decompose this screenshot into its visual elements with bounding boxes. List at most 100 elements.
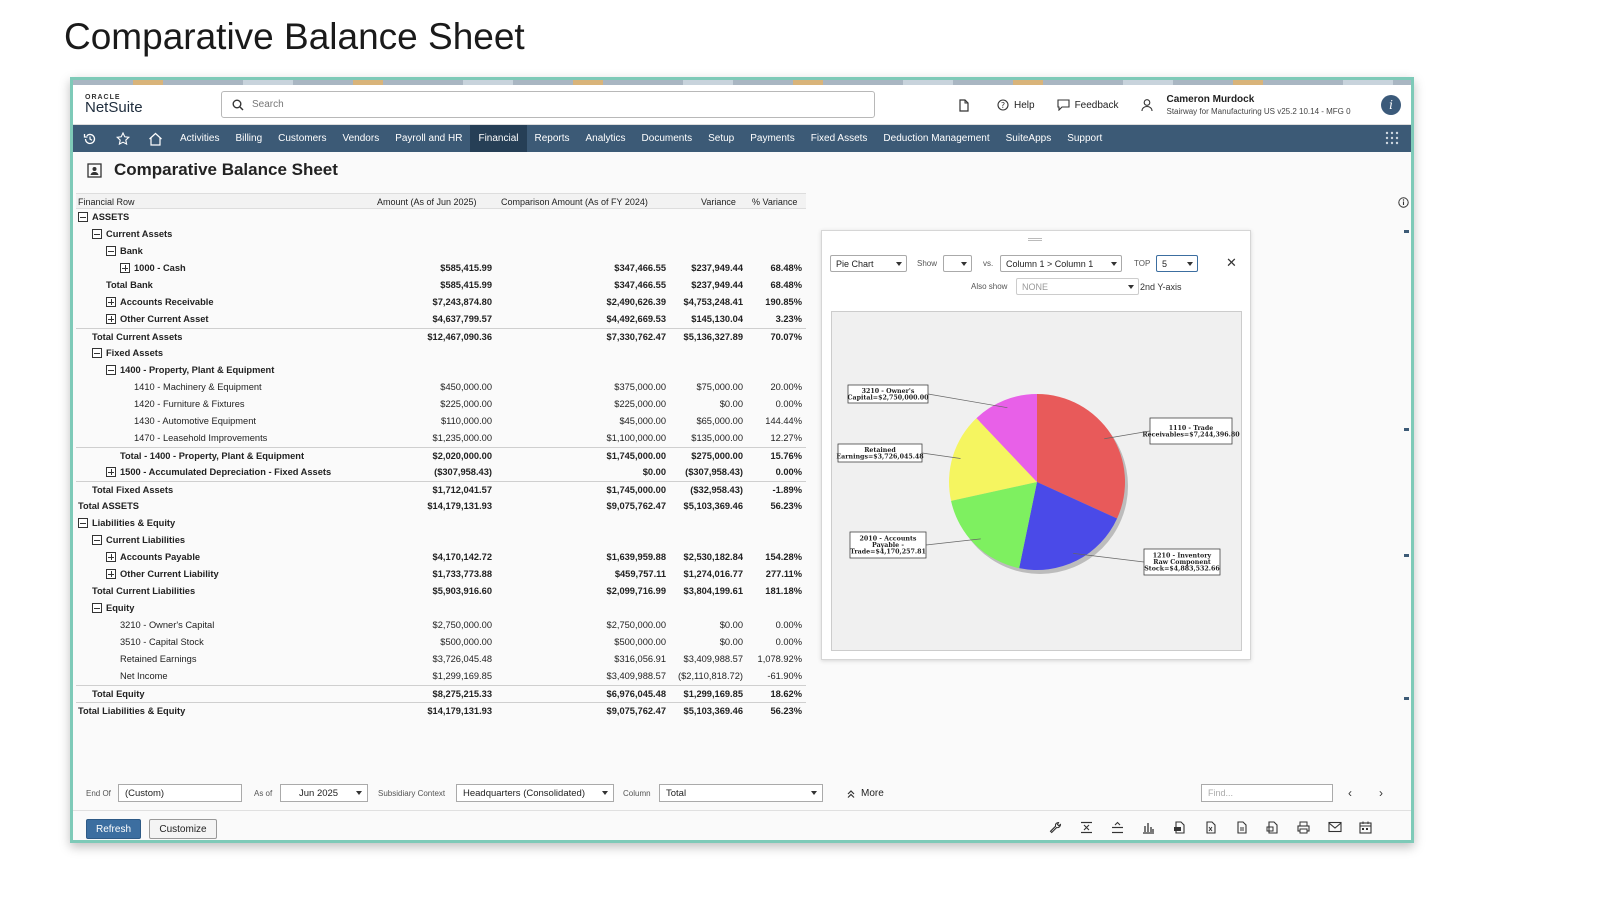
- schedule-icon[interactable]: [1350, 821, 1381, 834]
- help-link[interactable]: ? Help: [997, 99, 1035, 111]
- collapse-icon[interactable]: [78, 518, 88, 528]
- print-icon[interactable]: [1288, 821, 1319, 834]
- amount-cell: $1,299,169.85: [432, 671, 492, 681]
- collapse-icon[interactable]: [92, 229, 102, 239]
- subsidiary-select[interactable]: Headquarters (Consolidated): [456, 784, 614, 802]
- comparison-cell: $2,490,626.39: [606, 297, 666, 307]
- collapse-icon[interactable]: [106, 365, 116, 375]
- nav-documents[interactable]: Documents: [634, 125, 701, 152]
- customize-button[interactable]: Customize: [149, 819, 217, 839]
- refresh-button[interactable]: Refresh: [86, 819, 141, 839]
- row-label-text: Total Equity: [92, 689, 145, 699]
- nav-financial[interactable]: Financial: [470, 125, 527, 152]
- nav-billing[interactable]: Billing: [227, 125, 270, 152]
- col-pct-variance[interactable]: % Variance: [752, 197, 797, 207]
- export-pdf-icon[interactable]: [1164, 821, 1195, 834]
- balance-sheet-table: Financial Row Amount (As of Jun 2025) Co…: [76, 193, 806, 719]
- scroll-marker: [1404, 554, 1409, 557]
- export-csv-icon[interactable]: [1226, 821, 1257, 834]
- expand-icon[interactable]: [106, 467, 116, 477]
- expand-all-icon[interactable]: [1102, 821, 1133, 834]
- collapse-icon[interactable]: [92, 603, 102, 613]
- email-icon[interactable]: [1319, 821, 1350, 834]
- expand-icon[interactable]: [120, 263, 130, 273]
- expand-icon[interactable]: [106, 569, 116, 579]
- feedback-link[interactable]: Feedback: [1057, 99, 1119, 111]
- search-placeholder: Search: [252, 99, 284, 110]
- row-label: Total ASSETS: [78, 501, 139, 511]
- nav-payroll-hr[interactable]: Payroll and HR: [387, 125, 470, 152]
- end-of-input[interactable]: (Custom): [118, 784, 242, 802]
- nav-support[interactable]: Support: [1059, 125, 1110, 152]
- pie-label: 1210 - Inventory Raw Component Stock=$4,88…: [1143, 548, 1221, 576]
- chart-type-select[interactable]: Pie Chart: [830, 255, 907, 272]
- col-financial-row[interactable]: Financial Row: [78, 197, 135, 207]
- expand-icon[interactable]: [106, 297, 116, 307]
- table-row: 1500 - Accumulated Depreciation - Fixed …: [76, 464, 806, 481]
- nav-analytics[interactable]: Analytics: [578, 125, 634, 152]
- amount-cell: $110,000.00: [440, 416, 492, 426]
- collapse-icon[interactable]: [92, 535, 102, 545]
- pct-variance-cell: -1.89%: [772, 485, 802, 495]
- nav-customers[interactable]: Customers: [270, 125, 334, 152]
- find-input[interactable]: Find...: [1201, 784, 1333, 802]
- table-row: Total Equity $8,275,215.33 $6,976,045.48 $1…: [76, 685, 806, 702]
- top-count-select[interactable]: 5: [1156, 255, 1198, 272]
- expand-icon[interactable]: [106, 314, 116, 324]
- nav-deduction-management[interactable]: Deduction Management: [875, 125, 997, 152]
- pct-variance-cell: 154.28%: [765, 552, 802, 562]
- amount-cell: $14,179,131.93: [427, 501, 492, 511]
- also-show-select[interactable]: NONE: [1016, 278, 1139, 295]
- variance-cell: $75,000.00: [696, 382, 743, 392]
- row-label-text: Total ASSETS: [78, 501, 139, 511]
- amount-cell: $14,179,131.93: [427, 706, 492, 716]
- nav-suiteapps[interactable]: SuiteApps: [998, 125, 1060, 152]
- row-label-text: Current Liabilities: [106, 535, 186, 545]
- report-toolbar: [1040, 821, 1381, 834]
- app-grid-icon[interactable]: [1385, 131, 1399, 148]
- row-label-text: 1410 - Machinery & Equipment: [134, 382, 262, 392]
- export-excel-icon[interactable]: [1195, 821, 1226, 834]
- table-row: Current Assets: [76, 226, 806, 243]
- second-y-axis-toggle[interactable]: 2nd Y-axis: [1140, 282, 1182, 292]
- column-select[interactable]: Total: [659, 784, 823, 802]
- page-info-icon[interactable]: [1398, 195, 1409, 213]
- collapse-icon[interactable]: [106, 246, 116, 256]
- bar-chart-icon[interactable]: [1133, 821, 1164, 834]
- nav-activities[interactable]: Activities: [172, 125, 227, 152]
- netsuite-logo[interactable]: ORACLE NetSuite: [85, 94, 205, 116]
- nav-payments[interactable]: Payments: [742, 125, 802, 152]
- wrench-icon[interactable]: [1040, 821, 1071, 834]
- as-of-select[interactable]: Jun 2025: [280, 784, 368, 802]
- next-page-icon[interactable]: ›: [1379, 786, 1383, 800]
- col-comparison-amount[interactable]: Comparison Amount (As of FY 2024): [501, 197, 648, 207]
- column-compare-select[interactable]: Column 1 > Column 1: [1000, 255, 1122, 272]
- home-icon[interactable]: [139, 132, 172, 146]
- user-menu[interactable]: Cameron Murdock Stairway for Manufacturi…: [1140, 94, 1351, 116]
- export-word-icon[interactable]: [1257, 821, 1288, 834]
- amount-cell: $3,726,045.48: [432, 654, 492, 664]
- nav-fixed-assets[interactable]: Fixed Assets: [803, 125, 876, 152]
- col-variance[interactable]: Variance: [701, 197, 736, 207]
- favorites-star-icon[interactable]: [106, 131, 139, 146]
- close-icon[interactable]: ✕: [1226, 255, 1237, 271]
- nav-vendors[interactable]: Vendors: [335, 125, 388, 152]
- pct-variance-cell: 181.18%: [765, 586, 802, 596]
- more-filters-button[interactable]: More: [846, 788, 884, 799]
- table-row: Fixed Assets: [76, 345, 806, 362]
- collapse-icon[interactable]: [78, 212, 88, 222]
- col-amount[interactable]: Amount (As of Jun 2025): [377, 197, 477, 207]
- nav-setup[interactable]: Setup: [700, 125, 742, 152]
- collapse-icon[interactable]: [92, 348, 102, 358]
- recent-history-icon[interactable]: [73, 132, 106, 146]
- drag-handle-icon[interactable]: [1028, 238, 1042, 241]
- nav-reports[interactable]: Reports: [527, 125, 578, 152]
- recent-records-button[interactable]: [958, 98, 975, 112]
- previous-page-icon[interactable]: ‹: [1348, 786, 1352, 800]
- expand-icon[interactable]: [106, 552, 116, 562]
- scroll-markers: [1404, 230, 1409, 710]
- global-search-input[interactable]: Search: [221, 91, 875, 118]
- info-icon[interactable]: i: [1381, 95, 1401, 115]
- collapse-all-icon[interactable]: [1071, 821, 1102, 834]
- show-select[interactable]: [943, 255, 972, 272]
